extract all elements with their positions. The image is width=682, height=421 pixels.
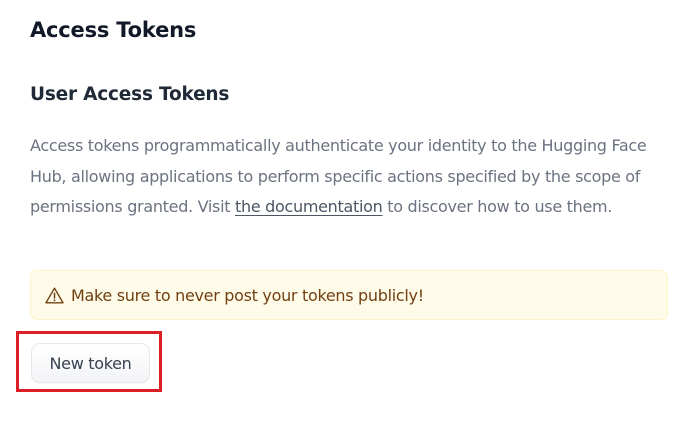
warning-alert: Make sure to never post your tokens publ…: [30, 270, 668, 320]
tokens-description: Access tokens programmatically authentic…: [30, 131, 670, 223]
page-title: Access Tokens: [30, 18, 197, 42]
new-token-button[interactable]: New token: [31, 343, 150, 383]
description-text-end: to discover how to use them.: [382, 197, 613, 216]
user-access-tokens-heading: User Access Tokens: [30, 84, 230, 105]
access-tokens-page: Access Tokens User Access Tokens Access …: [0, 0, 682, 421]
documentation-link[interactable]: the documentation: [235, 197, 383, 216]
warning-triangle-icon: [45, 287, 64, 304]
warning-text: Make sure to never post your tokens publ…: [71, 285, 424, 305]
